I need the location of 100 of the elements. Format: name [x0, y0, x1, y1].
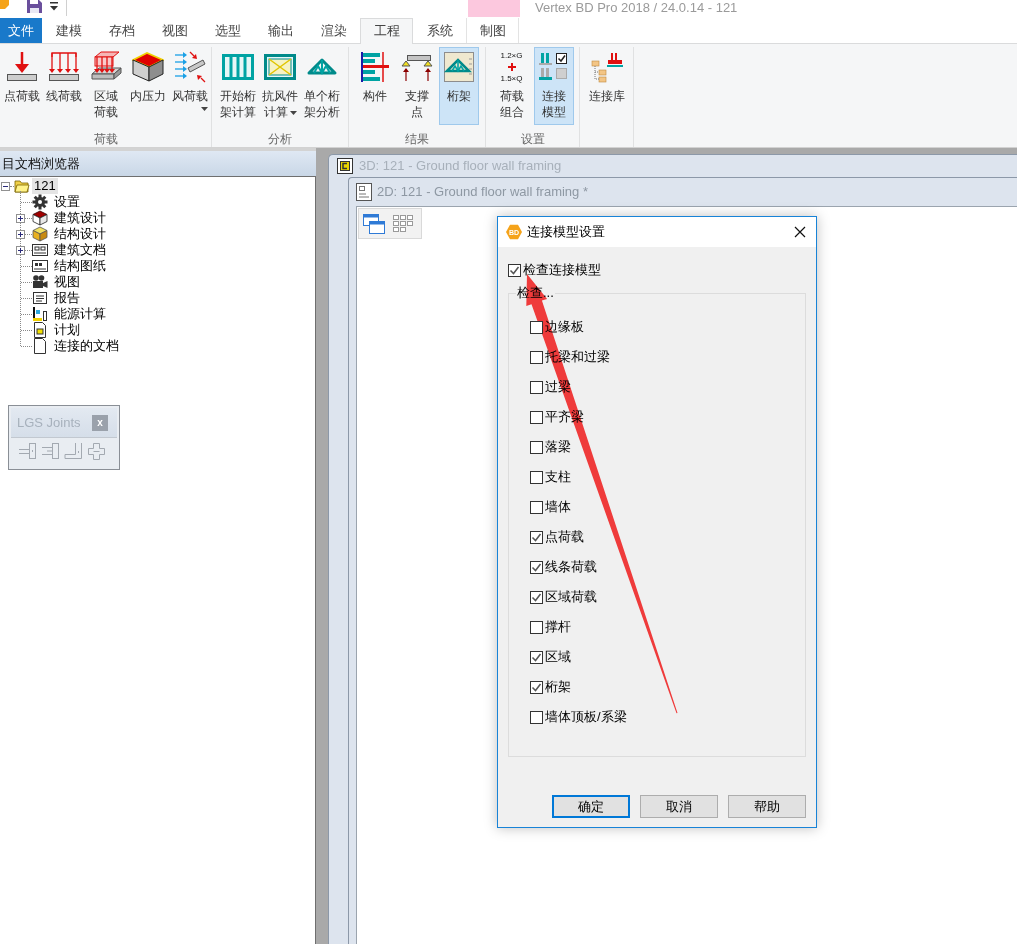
checkbox[interactable]: [530, 680, 543, 694]
collapse-icon[interactable]: [1, 181, 10, 191]
plus-icon: [507, 63, 516, 71]
load-factor-text: 1.2×G: [500, 51, 523, 60]
folder-icon: [14, 178, 30, 194]
cube-icon: [32, 210, 48, 226]
wind-load-icon: [173, 51, 206, 83]
ribbon-button[interactable]: 连接模型: [533, 47, 574, 125]
check-icon: [509, 264, 520, 276]
ribbon-tab[interactable]: 视图: [148, 18, 201, 43]
pressure-box-icon: [131, 51, 164, 83]
ribbon-tab[interactable]: 存档: [95, 18, 148, 43]
checkbox[interactable]: [508, 263, 521, 277]
dialog-button[interactable]: 帮助: [728, 795, 806, 818]
save-icon[interactable]: [27, 0, 42, 13]
tree-item[interactable]: 计划: [52, 322, 82, 338]
ribbon-tab[interactable]: 建模: [42, 18, 95, 43]
tree-item[interactable]: 结构设计: [52, 226, 108, 242]
expand-icon[interactable]: [16, 245, 25, 255]
checkbox[interactable]: [530, 620, 543, 634]
tree-item[interactable]: 报告: [52, 290, 82, 306]
group-label: 分析: [267, 131, 293, 147]
checkbox[interactable]: [530, 590, 543, 604]
checkbox-label[interactable]: 区域: [545, 649, 571, 665]
ribbon-button[interactable]: 点荷载: [1, 47, 42, 125]
checkbox[interactable]: [530, 410, 543, 424]
chart-icon: [32, 306, 48, 322]
checkbox[interactable]: [530, 320, 543, 334]
dialog-button[interactable]: 确定: [552, 795, 630, 818]
tree-item[interactable]: 视图: [52, 274, 82, 290]
ribbon-tab[interactable]: 选型: [201, 18, 254, 43]
ribbon-button[interactable]: 构件: [355, 47, 395, 125]
report-icon: [32, 290, 48, 306]
checkbox-label[interactable]: 点荷载: [545, 529, 584, 545]
ribbon-button[interactable]: 风荷载: [169, 47, 210, 125]
drawing-sheet-icon: [32, 258, 48, 274]
checkbox[interactable]: [530, 470, 543, 484]
checkbox-label[interactable]: 落梁: [545, 439, 571, 455]
ribbon-tab[interactable]: 工程: [360, 18, 413, 44]
check-icon: [531, 591, 542, 603]
members-icon: [359, 51, 391, 83]
tree-item[interactable]: 建筑设计: [52, 210, 108, 226]
tree-item[interactable]: 建筑文档: [52, 242, 108, 258]
checkbox-label[interactable]: 桁架: [545, 679, 571, 695]
cascade-windows-icon[interactable]: [363, 213, 385, 234]
video-camera-icon: [32, 274, 48, 290]
ribbon-tab[interactable]: 渲染: [307, 18, 360, 43]
group-label: 结果: [404, 131, 430, 147]
tree-item[interactable]: 能源计算: [52, 306, 108, 322]
checkbox[interactable]: [530, 710, 543, 724]
checkbox[interactable]: [530, 650, 543, 664]
dialog-title: 连接模型设置: [527, 224, 605, 240]
checkbox-label[interactable]: 线条荷载: [545, 559, 597, 575]
ribbon-button[interactable]: 开始桁架计算: [218, 47, 258, 125]
checkbox-label[interactable]: 区域荷载: [545, 589, 597, 605]
load-factor-text: 1.5×Q: [500, 74, 523, 83]
drawing-window-icon: [356, 183, 372, 201]
drawing-board-icon: [32, 242, 48, 258]
ribbon-button[interactable]: 线荷载: [43, 47, 84, 125]
expand-icon[interactable]: [16, 213, 25, 223]
checkbox-label[interactable]: 墙体: [545, 499, 571, 515]
expand-icon[interactable]: [16, 229, 25, 239]
ribbon-button[interactable]: 抗风件计算: [260, 47, 300, 125]
tree-item[interactable]: 设置: [52, 194, 82, 210]
plan-document-icon: [32, 322, 48, 338]
checkbox[interactable]: [530, 530, 543, 544]
ribbon-button[interactable]: 区域荷载: [85, 47, 126, 125]
truss-panel-icon: [443, 51, 475, 83]
tree-item[interactable]: 结构图纸: [52, 258, 108, 274]
checkbox-label[interactable]: 撑杆: [545, 619, 571, 635]
ribbon-button[interactable]: 内压力: [127, 47, 168, 125]
ribbon-button[interactable]: 1.2×G 1.5×Q 荷载组合: [491, 47, 532, 125]
ribbon-tab[interactable]: 输出: [254, 18, 307, 43]
line-load-icon: [47, 51, 80, 83]
file-tab[interactable]: 文件: [0, 18, 42, 43]
document-icon: [32, 338, 48, 354]
checkbox-label[interactable]: 支柱: [545, 469, 571, 485]
checkbox[interactable]: [530, 350, 543, 364]
customize-dropdown-icon[interactable]: [50, 2, 58, 11]
tile-windows-icon[interactable]: [393, 215, 413, 232]
checkbox[interactable]: [530, 440, 543, 454]
window-icon: [337, 158, 353, 174]
check-icon: [531, 531, 542, 543]
window-title: Vertex BD Pro 2018 / 24.0.14 - 121: [535, 0, 738, 15]
wall-frame-icon: [222, 51, 254, 83]
ribbon-button[interactable]: 支撑点: [397, 47, 437, 125]
group-label: 荷载: [92, 131, 119, 147]
tree-item[interactable]: 连接的文档: [52, 338, 121, 354]
ribbon-button[interactable]: 桁架: [439, 47, 479, 125]
dialog-button[interactable]: 取消: [640, 795, 718, 818]
tree-item[interactable]: 121: [32, 178, 58, 194]
ribbon-button[interactable]: 连接库: [586, 47, 627, 125]
checkbox[interactable]: [530, 560, 543, 574]
checkbox-label[interactable]: 检查连接模型: [523, 262, 601, 278]
checkbox[interactable]: [530, 380, 543, 394]
ribbon-tab[interactable]: 系统: [413, 18, 466, 43]
checkbox[interactable]: [530, 500, 543, 514]
checkbox-label[interactable]: 墙体顶板/系梁: [545, 709, 627, 725]
close-icon[interactable]: [794, 226, 806, 238]
ribbon-button[interactable]: 单个桁架分析: [302, 47, 342, 125]
